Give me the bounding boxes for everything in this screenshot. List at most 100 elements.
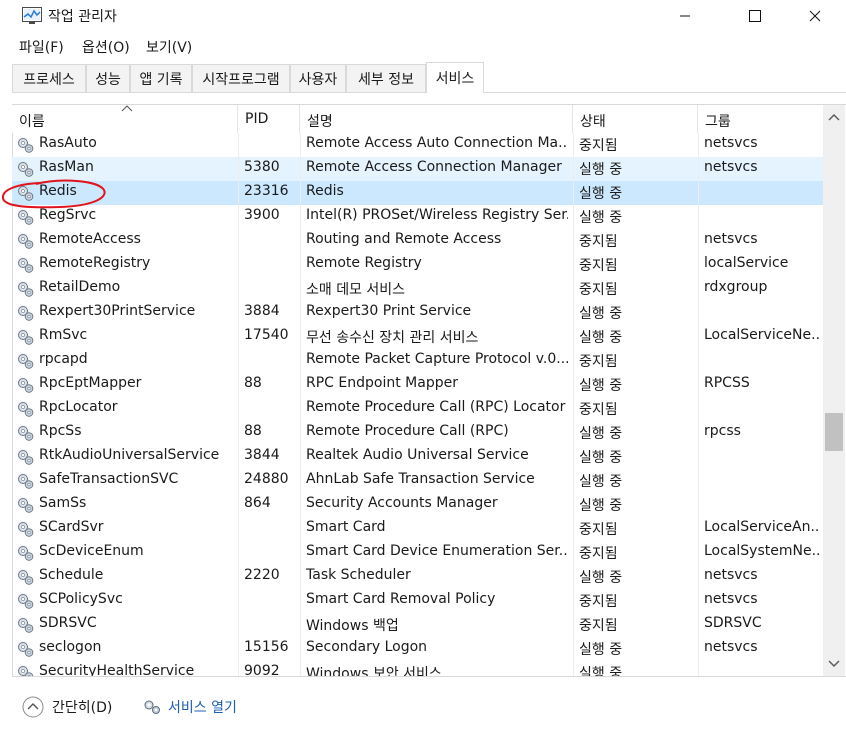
service-name: ScDeviceEnum <box>39 543 144 559</box>
table-row[interactable]: SDRSVC Windows 백업 중지됨 SDRSVC <box>12 613 823 637</box>
service-name: Schedule <box>39 567 104 583</box>
service-group: netsvcs <box>704 135 758 151</box>
service-status: 중지됨 <box>579 546 618 562</box>
table-row[interactable]: RemoteAccess Routing and Remote Access 중지됨… <box>12 229 823 253</box>
service-group: netsvcs <box>704 639 758 655</box>
column-header-name[interactable]: 이름 <box>12 105 238 133</box>
service-pid: 23316 <box>244 183 289 199</box>
menu-file[interactable]: 파일(F) <box>19 37 64 57</box>
table-row[interactable]: SecurityHealthService 9092 Windows 보안 서비스 실… <box>12 661 823 676</box>
table-row[interactable]: ScDeviceEnum Smart Card Device Enumeratio… <box>12 541 823 565</box>
tab-app-history[interactable]: 앱 기록 <box>130 64 192 92</box>
service-description: Remote Procedure Call (RPC) Locator <box>306 399 566 415</box>
table-row[interactable]: RetailDemo 소매 데모 서비스 중지됨 rdxgroup <box>12 277 823 301</box>
column-separator <box>698 133 699 676</box>
service-pid: 9092 <box>244 663 280 676</box>
service-name: rpcapd <box>39 351 88 367</box>
table-row[interactable]: RasMan 5380 Remote Access Connection Manag… <box>12 157 823 181</box>
service-description: Secondary Logon <box>306 639 428 655</box>
table-row[interactable]: RegSrvc 3900 Intel(R) PROSet/Wireless Regi… <box>12 205 823 229</box>
service-description: Remote Access Connection Manager <box>306 159 562 175</box>
service-status: 중지됨 <box>579 618 618 634</box>
service-status: 중지됨 <box>579 522 618 538</box>
service-name: RegSrvc <box>39 207 97 223</box>
service-name: RemoteAccess <box>39 231 141 247</box>
table-row[interactable]: SCardSvr Smart Card 중지됨 LocalServiceAn... <box>12 517 823 541</box>
service-name: RmSvc <box>39 327 88 343</box>
service-status: 실행 중 <box>579 330 623 346</box>
close-icon <box>809 10 821 22</box>
service-status: 실행 중 <box>579 378 623 394</box>
scroll-up-button[interactable] <box>823 105 845 129</box>
fewer-details-button[interactable]: 간단히(D) <box>22 694 112 720</box>
service-status: 중지됨 <box>579 258 618 274</box>
close-button[interactable] <box>792 0 838 32</box>
service-gear-icon <box>18 234 34 249</box>
table-row[interactable]: seclogon 15156 Secondary Logon 실행 중 netsvcs <box>12 637 823 661</box>
maximize-button[interactable] <box>732 0 778 32</box>
service-name: SamSs <box>39 495 87 511</box>
service-gear-icon <box>18 570 34 585</box>
tab-services[interactable]: 서비스 <box>426 62 484 93</box>
column-header-pid[interactable]: PID <box>238 105 300 133</box>
service-pid: 3900 <box>244 207 280 223</box>
table-row[interactable]: RasAuto Remote Access Auto Connection Ma.… <box>12 133 823 157</box>
service-gear-icon <box>18 498 34 513</box>
service-gear-icon <box>18 402 34 417</box>
service-gear-icon <box>18 618 34 633</box>
column-header-status[interactable]: 상태 <box>573 105 698 133</box>
table-row[interactable]: RpcLocator Remote Procedure Call (RPC) Lo… <box>12 397 823 421</box>
service-name: SCardSvr <box>39 519 104 535</box>
tab-processes[interactable]: 프로세스 <box>12 64 86 92</box>
service-description: Smart Card Removal Policy <box>306 591 496 607</box>
service-gear-icon <box>18 162 34 177</box>
menu-options[interactable]: 옵션(O) <box>82 37 130 57</box>
table-row[interactable]: RpcSs 88 Remote Procedure Call (RPC) 실행 중 rp… <box>12 421 823 445</box>
service-status: 실행 중 <box>579 642 623 658</box>
scroll-down-button[interactable] <box>823 652 845 676</box>
tab-performance[interactable]: 성능 <box>86 64 130 92</box>
tab-details[interactable]: 세부 정보 <box>346 64 426 92</box>
column-header-description[interactable]: 설명 <box>300 105 573 133</box>
service-gear-icon <box>18 186 34 201</box>
table-row[interactable]: Redis 23316 Redis 실행 중 <box>12 181 823 205</box>
table-row[interactable]: RtkAudioUniversalService 3844 Realtek Audi… <box>12 445 823 469</box>
table-row[interactable]: SafeTransactionSVC 24880 AhnLab Safe Trans… <box>12 469 823 493</box>
service-status: 중지됨 <box>579 402 618 418</box>
tab-strip: 프로세스 성능 앱 기록 시작프로그램 사용자 세부 정보 서비스 <box>12 62 846 93</box>
service-description: Remote Procedure Call (RPC) <box>306 423 509 439</box>
open-services-link[interactable]: 서비스 열기 <box>142 694 237 720</box>
table-row[interactable]: SamSs 864 Security Accounts Manager 실행 중 <box>12 493 823 517</box>
service-description: AhnLab Safe Transaction Service <box>306 471 535 487</box>
table-row[interactable]: RemoteRegistry Remote Registry 중지됨 localSer… <box>12 253 823 277</box>
table-row[interactable]: SCPolicySvc Smart Card Removal Policy 중지됨 n… <box>12 589 823 613</box>
service-description: 무선 송수신 장치 관리 서비스 <box>306 330 479 346</box>
service-name: SDRSVC <box>39 615 97 631</box>
tab-startup[interactable]: 시작프로그램 <box>192 64 290 92</box>
service-description: Intel(R) PROSet/Wireless Registry Ser... <box>306 207 568 223</box>
service-gear-icon <box>18 378 34 393</box>
column-header-group[interactable]: 그룹 <box>698 105 823 133</box>
minimize-button[interactable] <box>662 0 708 32</box>
service-name: RasMan <box>39 159 94 175</box>
title-bar[interactable]: 작업 관리자 <box>0 0 846 32</box>
service-status: 중지됨 <box>579 594 618 610</box>
table-row[interactable]: RmSvc 17540 무선 송수신 장치 관리 서비스 실행 중 LocalServi… <box>12 325 823 349</box>
menu-view[interactable]: 보기(V) <box>146 37 192 57</box>
service-group: rpcss <box>704 423 741 439</box>
tab-users[interactable]: 사용자 <box>290 64 346 92</box>
table-row[interactable]: rpcapd Remote Packet Capture Protocol v.0… <box>12 349 823 373</box>
service-gear-icon <box>18 642 34 657</box>
service-pid: 88 <box>244 375 262 391</box>
maximize-icon <box>749 10 761 22</box>
service-group: LocalSystemNe... <box>704 543 820 559</box>
vertical-scrollbar[interactable] <box>823 105 845 676</box>
table-row[interactable]: Schedule 2220 Task Scheduler 실행 중 netsvcs <box>12 565 823 589</box>
table-row[interactable]: Rexpert30PrintService 3884 Rexpert30 Print… <box>12 301 823 325</box>
service-group: localService <box>704 255 789 271</box>
chevron-up-icon <box>828 114 840 121</box>
scrollbar-thumb[interactable] <box>825 413 843 451</box>
service-name: Redis <box>39 183 77 199</box>
service-description: Smart Card Device Enumeration Ser... <box>306 543 568 559</box>
table-row[interactable]: RpcEptMapper 88 RPC Endpoint Mapper 실행 중 RPC… <box>12 373 823 397</box>
